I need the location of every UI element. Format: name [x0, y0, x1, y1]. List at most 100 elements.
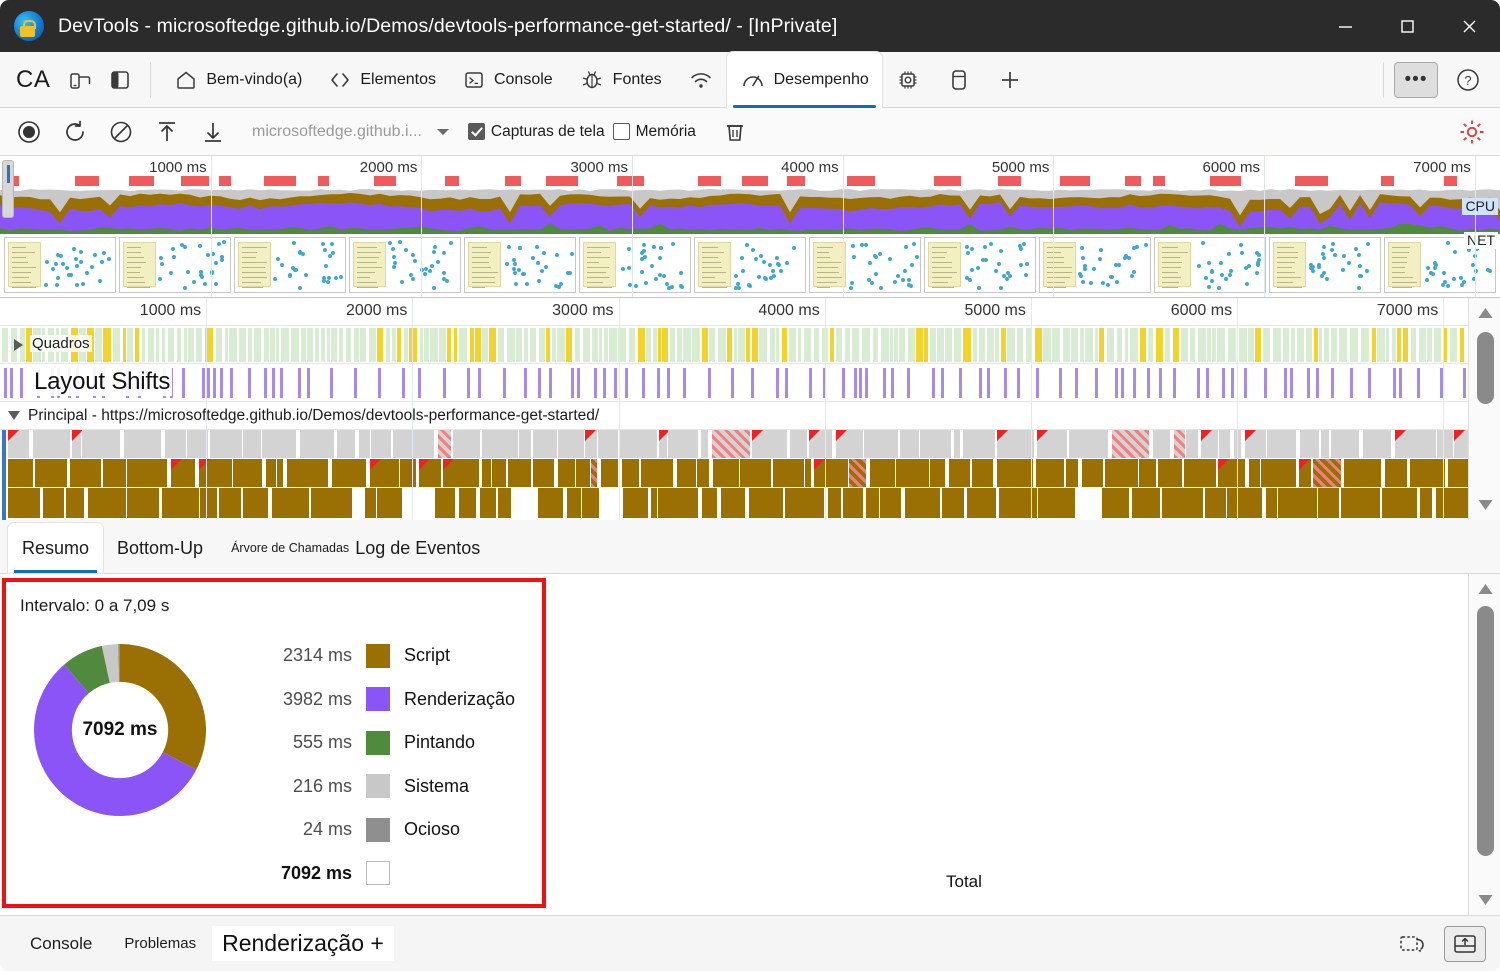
layout-shift-marker[interactable]: [865, 368, 868, 398]
flame-chart-block[interactable]: [538, 488, 563, 518]
flame-chart-block[interactable]: [1300, 430, 1319, 458]
layout-shift-marker[interactable]: [10, 368, 13, 398]
target-url-label[interactable]: microsoftedge.github.i...: [252, 123, 422, 141]
layout-shift-marker[interactable]: [443, 368, 446, 398]
flame-chart-block[interactable]: [1082, 459, 1103, 487]
frame-bar[interactable]: [954, 328, 961, 362]
flame-chart-block[interactable]: [243, 430, 261, 458]
flame-chart-block[interactable]: [1227, 488, 1262, 518]
frame-bar[interactable]: [1095, 328, 1098, 362]
frame-bar[interactable]: [552, 328, 556, 362]
main-collapse-icon[interactable]: [8, 411, 20, 420]
layout-shift-marker[interactable]: [478, 368, 481, 398]
flame-chart-block[interactable]: [127, 459, 167, 487]
flame-chart-block[interactable]: [1299, 459, 1311, 487]
flame-chart-block[interactable]: [1066, 459, 1078, 487]
frame-bar[interactable]: [498, 328, 504, 362]
frame-bar[interactable]: [454, 328, 457, 362]
flame-chart-block[interactable]: [459, 488, 476, 518]
frame-bar[interactable]: [239, 328, 246, 362]
flame-chart-block[interactable]: [435, 488, 455, 518]
flame-chart-block[interactable]: [836, 430, 863, 458]
layout-shift-marker[interactable]: [1231, 368, 1234, 398]
frame-bar[interactable]: [229, 328, 237, 362]
flame-chart-block[interactable]: [438, 430, 451, 458]
help-icon[interactable]: ?: [1448, 60, 1488, 100]
flame-chart-block[interactable]: [558, 430, 584, 458]
flame-chart-block[interactable]: [752, 430, 787, 458]
frame-bar[interactable]: [377, 328, 383, 362]
frame-bar[interactable]: [1080, 328, 1084, 362]
frame-bar[interactable]: [908, 328, 915, 362]
dock-side-icon[interactable]: [100, 60, 140, 100]
flame-chart-block[interactable]: [623, 488, 648, 518]
flame-chart-block[interactable]: [591, 459, 597, 487]
frame-bar[interactable]: [653, 328, 657, 362]
summary-scroll-up-icon[interactable]: [1469, 576, 1500, 602]
frame-bar[interactable]: [1392, 328, 1396, 362]
flame-chart-block[interactable]: [582, 488, 599, 518]
flame-chart-block[interactable]: [480, 488, 496, 518]
flame-chart-block[interactable]: [870, 459, 895, 487]
frame-bar[interactable]: [156, 328, 159, 362]
frame-bar[interactable]: [963, 328, 971, 362]
frame-bar[interactable]: [798, 328, 801, 362]
frame-bar[interactable]: [1043, 328, 1051, 362]
flame-chart-block[interactable]: [1219, 430, 1230, 458]
flame-chart-block[interactable]: [8, 459, 33, 487]
frame-bar[interactable]: [1314, 328, 1318, 362]
flame-chart-block[interactable]: [1201, 430, 1218, 458]
frame-bar[interactable]: [646, 328, 651, 362]
flame-chart-block[interactable]: [1318, 488, 1339, 518]
flame-chart-block[interactable]: [677, 459, 696, 487]
frame-bar[interactable]: [321, 328, 325, 362]
frame-bar[interactable]: [95, 328, 102, 362]
frame-bar[interactable]: [789, 328, 796, 362]
record-circle-icon[interactable]: [8, 113, 50, 151]
flame-chart-block[interactable]: [277, 459, 283, 487]
layout-shift-marker[interactable]: [330, 368, 333, 398]
flame-chart-block[interactable]: [400, 459, 416, 487]
flame-chart-block[interactable]: [519, 430, 531, 458]
flame-chart-block[interactable]: [963, 430, 995, 458]
layout-shifts-track[interactable]: Layout Shifts: [0, 364, 1468, 402]
flame-chart-block[interactable]: [393, 430, 434, 458]
flame-chart-block[interactable]: [697, 459, 709, 487]
profile-initials[interactable]: CA: [16, 66, 50, 94]
clear-prohibited-icon[interactable]: [100, 113, 142, 151]
frame-bar[interactable]: [987, 328, 994, 362]
layout-shift-marker[interactable]: [854, 368, 857, 398]
flame-chart-block[interactable]: [567, 488, 581, 518]
frame-bar[interactable]: [1217, 328, 1225, 362]
frame-bar[interactable]: [583, 328, 590, 362]
flame-chart-block[interactable]: [828, 488, 841, 518]
trash-icon[interactable]: [714, 113, 756, 151]
flame-chart-block[interactable]: [997, 430, 1034, 458]
frame-bar[interactable]: [1173, 328, 1179, 362]
flame-chart-block[interactable]: [1331, 430, 1359, 458]
layout-shift-marker[interactable]: [1133, 368, 1136, 398]
frame-bar[interactable]: [392, 328, 396, 362]
flame-chart-block[interactable]: [814, 459, 848, 487]
flame-chart-block[interactable]: [622, 459, 639, 487]
flame-chart-block[interactable]: [1158, 459, 1182, 487]
layout-shift-marker[interactable]: [809, 368, 812, 398]
frame-bar[interactable]: [168, 328, 174, 362]
frame-bar[interactable]: [1377, 328, 1385, 362]
frame-bar[interactable]: [916, 328, 923, 362]
layout-shift-marker[interactable]: [1159, 368, 1162, 398]
frame-bar[interactable]: [566, 328, 572, 362]
frame-bar[interactable]: [1099, 328, 1104, 362]
flame-chart-block[interactable]: [453, 430, 480, 458]
undock-restore-icon[interactable]: [1392, 926, 1434, 962]
frame-bar[interactable]: [546, 328, 550, 362]
frame-bar[interactable]: [162, 328, 165, 362]
layout-shift-marker[interactable]: [907, 368, 910, 398]
flame-chart-block[interactable]: [1174, 430, 1185, 458]
flame-chart-block[interactable]: [233, 459, 262, 487]
flame-chart-block[interactable]: [713, 459, 739, 487]
frame-bar[interactable]: [1255, 328, 1261, 362]
tab-log-de-eventos[interactable]: Log de Eventos: [351, 523, 494, 573]
frame-bar[interactable]: [516, 328, 522, 362]
flame-chart-block[interactable]: [300, 430, 334, 458]
